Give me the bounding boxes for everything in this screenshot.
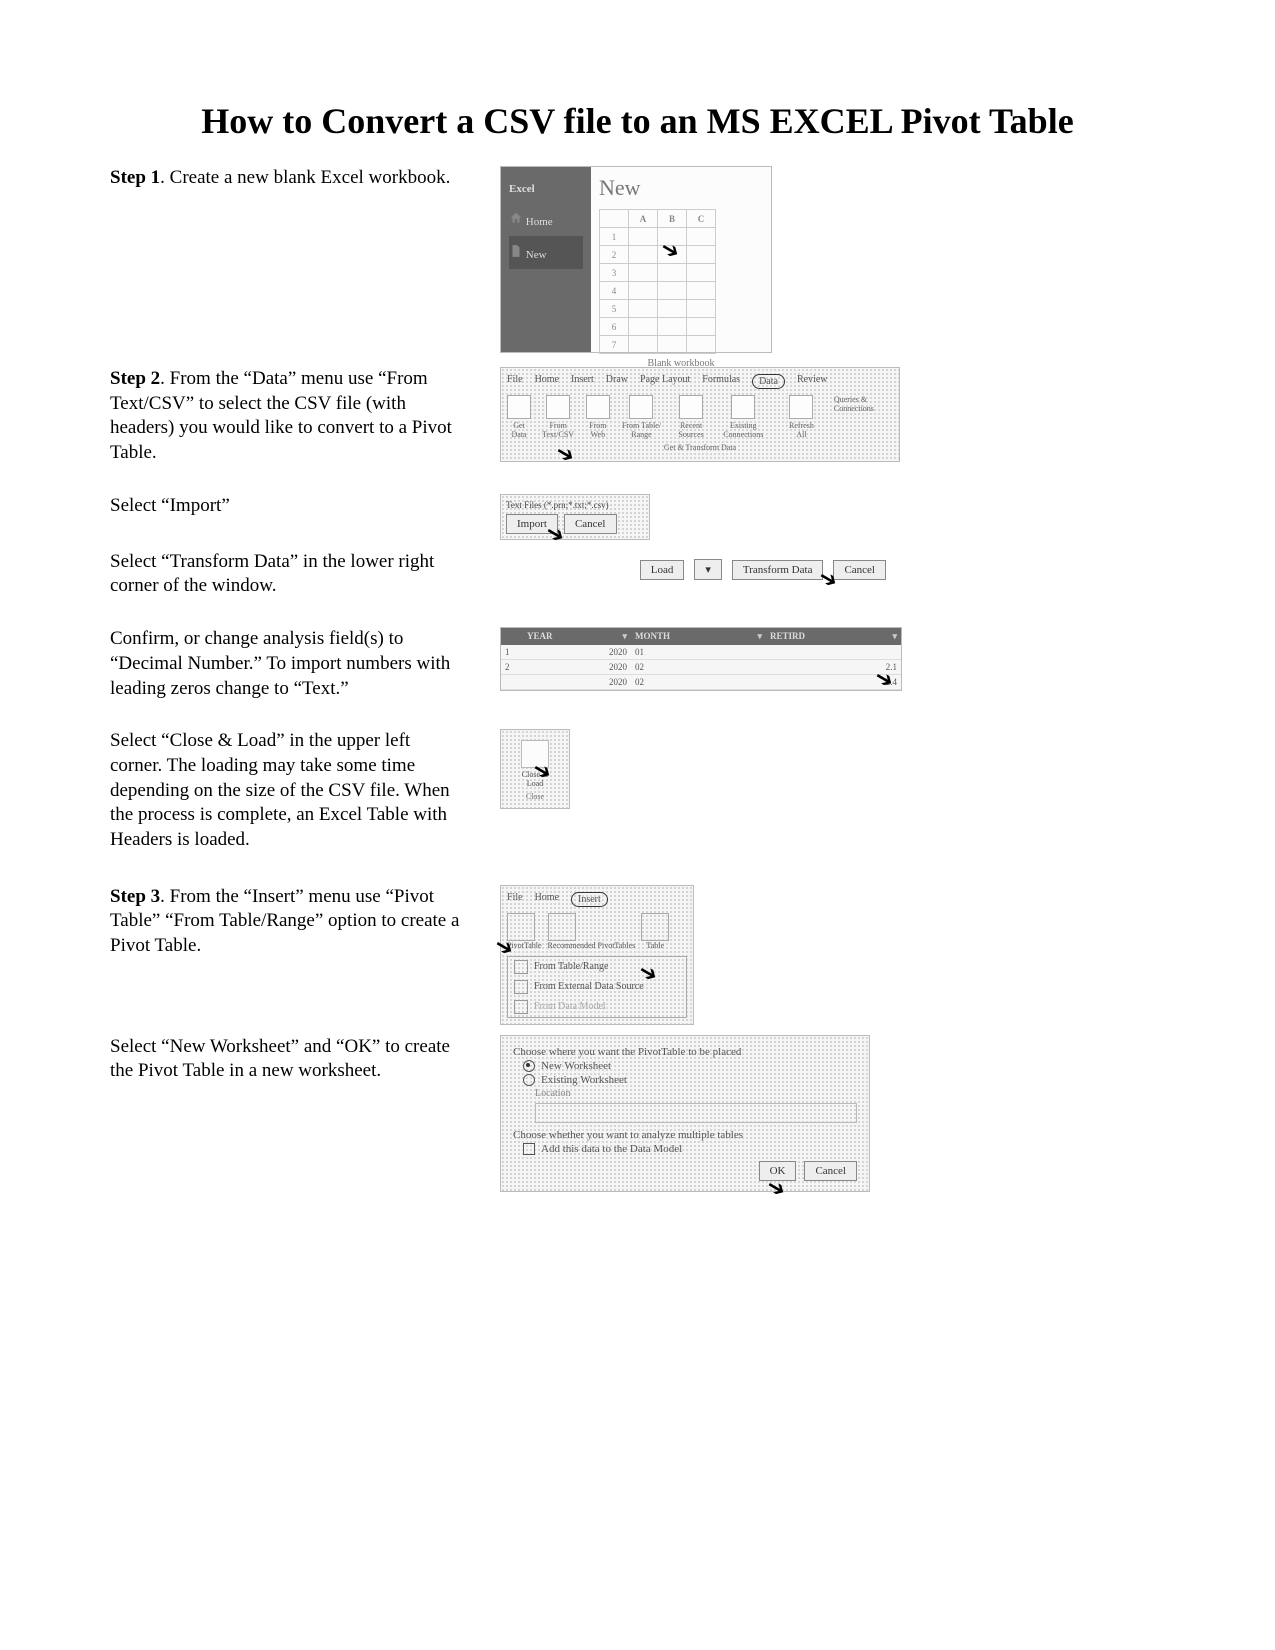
blank-grid[interactable]: ABC 1 2 3 4 5 6 7	[599, 209, 716, 354]
tab-home[interactable]: Home	[535, 374, 559, 389]
screenshot-insert-pivot: File Home Insert PivotTable Recommended …	[500, 885, 694, 1025]
ribbon-table[interactable]: Table	[641, 913, 669, 950]
step3-label: Step 3	[110, 886, 160, 907]
filetype-label: Text Files (*.prn;*.txt;*.csv)	[506, 500, 644, 510]
home-icon	[509, 211, 523, 225]
ribbon-fromtable[interactable]: From Table/ Range	[618, 395, 664, 439]
tab-draw[interactable]: Draw	[606, 374, 628, 389]
tab-pagelayout[interactable]: Page Layout	[640, 374, 690, 389]
tab-file[interactable]: File	[507, 374, 523, 389]
screenshot-close-load: Close & Load Close ➔	[500, 729, 570, 809]
close-group-label: Close	[501, 792, 569, 801]
step2-transform-text: Select “Transform Data” in the lower rig…	[110, 550, 460, 599]
cancel-button[interactable]: Cancel	[833, 560, 886, 580]
chevron-down-icon[interactable]: ▾	[623, 631, 628, 642]
excel-app-label: Excel	[509, 175, 583, 203]
screenshot-excel-new: Excel Home New New ABC 1 2	[500, 166, 772, 353]
step3-text: Step 3. From the “Insert” menu use “Pivo…	[110, 885, 460, 959]
transform-data-button[interactable]: Transform Data	[732, 560, 824, 580]
tab-review[interactable]: Review	[797, 374, 828, 389]
placement-question: Choose where you want the PivotTable to …	[513, 1046, 857, 1058]
ribbon-tabs: File Home Insert Draw Page Layout Formul…	[507, 374, 893, 389]
screenshot-data-ribbon: File Home Insert Draw Page Layout Formul…	[500, 367, 900, 462]
ribbon-recommended[interactable]: Recommended PivotTables	[548, 913, 636, 950]
radio-icon	[523, 1074, 535, 1086]
step2-label: Step 2	[110, 368, 160, 389]
checkbox-icon	[523, 1143, 535, 1155]
ribbon-existing[interactable]: Existing Connections	[718, 395, 769, 439]
tab-formulas[interactable]: Formulas	[702, 374, 740, 389]
location-label: Location	[535, 1088, 857, 1099]
tab-insert[interactable]: Insert	[571, 374, 594, 389]
table-icon	[514, 960, 528, 974]
tab-home[interactable]: Home	[535, 892, 559, 907]
screenshot-placement-dialog: Choose where you want the PivotTable to …	[500, 1035, 870, 1192]
step2-import-text: Select “Import”	[110, 494, 460, 519]
screenshot-import-dialog: Text Files (*.prn;*.txt;*.csv) Import Ca…	[500, 494, 650, 540]
load-drop-button[interactable]: ▾	[694, 559, 722, 580]
table-row: 22020022.1	[501, 660, 901, 675]
menu-from-external[interactable]: From External Data Source	[508, 977, 686, 997]
opt-new-worksheet[interactable]: New Worksheet	[523, 1060, 857, 1072]
ribbon-fromweb[interactable]: From Web	[585, 395, 610, 439]
new-title: New	[599, 175, 763, 201]
tab-data[interactable]: Data	[752, 374, 785, 389]
step2-text: Step 2. From the “Data” menu use “From T…	[110, 367, 460, 466]
step2-closeload-text: Select “Close & Load” in the upper left …	[110, 729, 460, 852]
chevron-down-icon[interactable]: ▾	[892, 631, 897, 642]
db-icon	[514, 980, 528, 994]
doc-icon	[509, 244, 523, 258]
table-row: 2020022.4	[501, 675, 901, 690]
radio-icon	[523, 1060, 535, 1072]
tab-insert[interactable]: Insert	[571, 892, 608, 907]
page-title: How to Convert a CSV file to an MS EXCEL…	[110, 100, 1165, 142]
cancel-button[interactable]: Cancel	[804, 1161, 857, 1181]
col-month[interactable]: MONTH▾	[631, 628, 766, 645]
home-nav-item[interactable]: Home	[509, 203, 583, 236]
menu-from-data-model[interactable]: From Data Model	[508, 997, 686, 1017]
new-nav-item[interactable]: New	[509, 236, 583, 269]
step1-label: Step 1	[110, 167, 160, 188]
opt-existing-worksheet[interactable]: Existing Worksheet	[523, 1074, 857, 1086]
ribbon-getdata[interactable]: Get Data	[507, 395, 531, 439]
step1-text: Step 1. Create a new blank Excel workboo…	[110, 166, 460, 191]
col-retird[interactable]: RETIRD▾	[766, 628, 901, 645]
step3-placement-text: Select “New Worksheet” and “OK” to creat…	[110, 1035, 460, 1084]
chk-data-model[interactable]: Add this data to the Data Model	[523, 1143, 857, 1155]
ribbon-fromtextcsv[interactable]: From Text/CSV	[539, 395, 577, 439]
screenshot-load-buttons: Load ▾ Transform Data ➔ Cancel	[500, 550, 900, 590]
tab-file[interactable]: File	[507, 892, 523, 907]
step2-confirm-text: Confirm, or change analysis field(s) to …	[110, 627, 460, 701]
table-row: 1202001	[501, 645, 901, 660]
ribbon-recent[interactable]: Recent Sources	[673, 395, 710, 439]
cube-icon	[514, 1000, 528, 1014]
cancel-button[interactable]: Cancel	[564, 514, 617, 534]
location-field[interactable]	[535, 1103, 857, 1123]
ribbon-queries-label: Queries & Connections	[834, 395, 893, 439]
col-year[interactable]: YEAR▾	[523, 628, 631, 645]
screenshot-query-table: YEAR▾ MONTH▾ RETIRD▾ 1202001 22020022.1 …	[500, 627, 902, 691]
chevron-down-icon[interactable]: ▾	[757, 631, 762, 642]
ribbon-refresh[interactable]: Refresh All	[787, 395, 816, 439]
multiple-tables-question: Choose whether you want to analyze multi…	[513, 1129, 857, 1141]
load-button[interactable]: Load	[640, 560, 685, 580]
